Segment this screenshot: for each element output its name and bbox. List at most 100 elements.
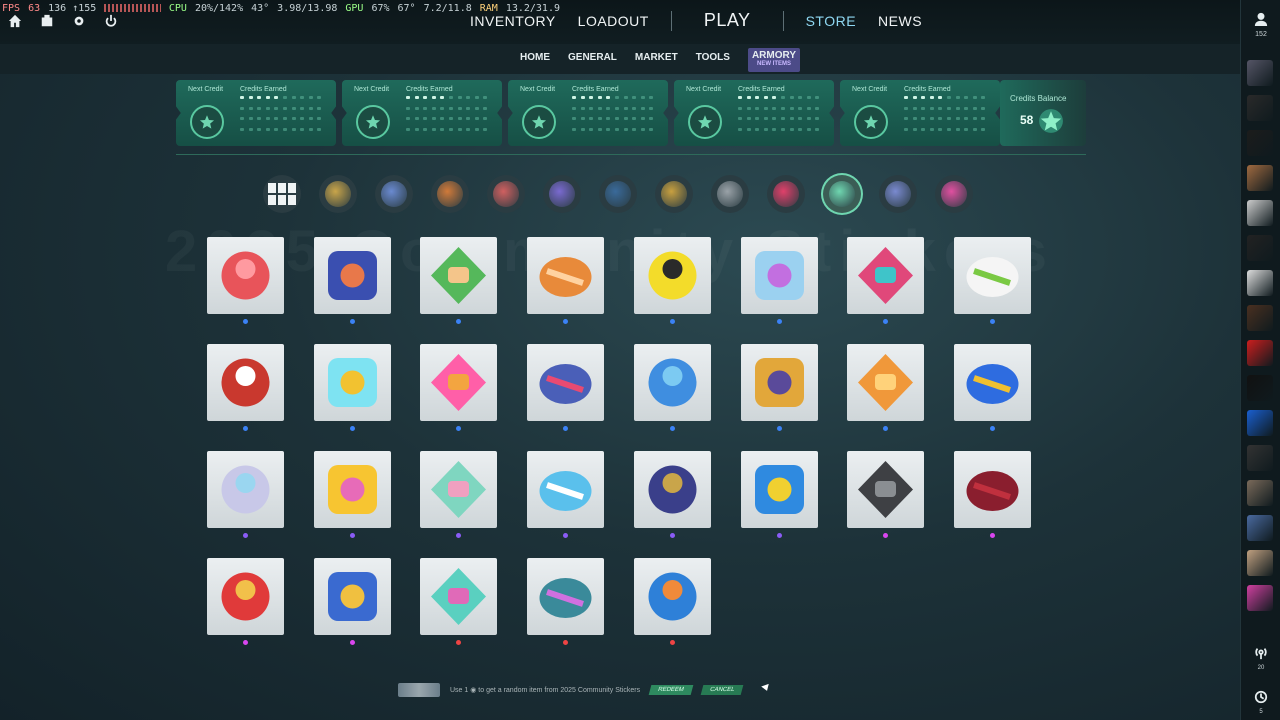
tab-market[interactable]: MARKET	[635, 52, 678, 76]
friend-avatar[interactable]	[1247, 410, 1273, 436]
next-credit-label: Next Credit	[188, 86, 224, 93]
filter-collection-5[interactable]	[879, 175, 917, 213]
sticker-item[interactable]	[527, 451, 604, 528]
friend-avatar[interactable]	[1247, 480, 1273, 506]
filter-collection-3[interactable]	[487, 175, 525, 213]
sticker-item[interactable]	[634, 237, 711, 314]
sticker-item[interactable]	[954, 344, 1031, 421]
friend-avatar[interactable]	[1247, 445, 1273, 471]
tab-armory[interactable]: ARMORY NEW ITEMS	[747, 48, 801, 72]
filter-collection-2[interactable]	[431, 175, 469, 213]
sticker-item[interactable]	[527, 558, 604, 635]
friend-avatar[interactable]	[1247, 200, 1273, 226]
friend-avatar[interactable]	[1247, 60, 1273, 86]
sticker-item[interactable]	[741, 344, 818, 421]
sticker-item[interactable]	[207, 558, 284, 635]
sticker-art	[431, 568, 486, 625]
nav-loadout[interactable]: LOADOUT	[578, 13, 649, 29]
cancel-button[interactable]: CANCEL	[700, 685, 744, 695]
sticker-item[interactable]	[420, 451, 497, 528]
friend-avatar[interactable]	[1247, 270, 1273, 296]
progress-tick	[257, 117, 262, 120]
progress-tick	[291, 117, 296, 120]
sticker-item[interactable]	[741, 451, 818, 528]
progress-tick	[789, 117, 794, 120]
progress-tick	[623, 117, 628, 120]
friend-avatar[interactable]	[1247, 515, 1273, 541]
community-stickers-icon	[829, 181, 855, 207]
friend-avatar[interactable]	[1247, 95, 1273, 121]
home-icon[interactable]	[8, 14, 22, 28]
inventory-box-icon[interactable]	[40, 14, 54, 28]
filter-silver[interactable]	[711, 175, 749, 213]
tab-home[interactable]: HOME	[520, 52, 550, 76]
friend-avatar[interactable]	[1247, 165, 1273, 191]
friend-avatar[interactable]	[1247, 585, 1273, 611]
friend-avatar[interactable]	[1247, 235, 1273, 261]
sticker-item[interactable]	[420, 558, 497, 635]
sticker-item[interactable]	[207, 344, 284, 421]
history-button[interactable]: 5	[1251, 690, 1271, 715]
friend-avatar[interactable]	[1247, 375, 1273, 401]
tab-tools[interactable]: TOOLS	[696, 52, 730, 76]
nav-store[interactable]: STORE	[806, 13, 856, 29]
progress-tick	[274, 117, 279, 120]
sticker-item[interactable]	[314, 558, 391, 635]
sticker-art	[328, 358, 377, 407]
filter-gold[interactable]	[655, 175, 693, 213]
friend-avatar[interactable]	[1247, 340, 1273, 366]
sticker-item[interactable]	[954, 237, 1031, 314]
friend-avatar[interactable]	[1247, 305, 1273, 331]
nav-play[interactable]: PLAY	[694, 10, 761, 31]
sticker-item[interactable]	[954, 451, 1031, 528]
sticker-art	[539, 578, 592, 618]
sticker-item[interactable]	[420, 237, 497, 314]
sticker-item[interactable]	[207, 237, 284, 314]
sticker-item[interactable]	[207, 451, 284, 528]
settings-gear-icon[interactable]	[72, 14, 86, 28]
sticker-item[interactable]	[634, 451, 711, 528]
sticker-item[interactable]	[741, 237, 818, 314]
progress-tick	[448, 127, 453, 131]
collection-filters	[263, 175, 973, 213]
progress-checks	[904, 96, 988, 136]
sticker-item[interactable]	[847, 237, 924, 314]
friend-avatar[interactable]	[1247, 550, 1273, 576]
power-icon[interactable]	[104, 14, 118, 28]
filter-collection-1[interactable]	[375, 175, 413, 213]
diamond-icon	[605, 181, 631, 207]
sticker-item[interactable]	[847, 451, 924, 528]
filter-all-grid[interactable]	[263, 175, 301, 213]
progress-tick	[317, 96, 322, 99]
friends-button[interactable]: 152	[1251, 12, 1271, 38]
broadcast-button[interactable]: 20	[1251, 646, 1271, 671]
progress-tick	[798, 96, 803, 99]
sticker-item[interactable]	[314, 451, 391, 528]
sticker-item[interactable]	[634, 558, 711, 635]
sticker-item[interactable]	[314, 344, 391, 421]
progress-tick	[291, 96, 296, 99]
credit-coin-icon	[356, 105, 390, 139]
sticker-item[interactable]	[634, 344, 711, 421]
credits-earned-label: Credits Earned	[240, 86, 287, 93]
filter-red-diamond[interactable]	[767, 175, 805, 213]
sticker-item[interactable]	[527, 344, 604, 421]
filter-ltd[interactable]	[319, 175, 357, 213]
filter-community-stickers[interactable]	[823, 175, 861, 213]
filter-diamond[interactable]	[599, 175, 637, 213]
nav-news[interactable]: NEWS	[878, 13, 922, 29]
progress-tick	[632, 117, 637, 120]
rarity-indicator	[883, 319, 888, 324]
filter-collection-4[interactable]	[543, 175, 581, 213]
redeem-button[interactable]: REDEEM	[648, 685, 694, 695]
filter-collection-6[interactable]	[935, 175, 973, 213]
tab-general[interactable]: GENERAL	[568, 52, 617, 76]
sticker-item[interactable]	[314, 237, 391, 314]
progress-tick	[580, 117, 585, 120]
friend-avatar[interactable]	[1247, 130, 1273, 156]
sticker-item[interactable]	[420, 344, 497, 421]
sticker-item[interactable]	[527, 237, 604, 314]
fps-value: 63	[28, 2, 41, 14]
sticker-item[interactable]	[847, 344, 924, 421]
progress-tick	[414, 127, 419, 131]
